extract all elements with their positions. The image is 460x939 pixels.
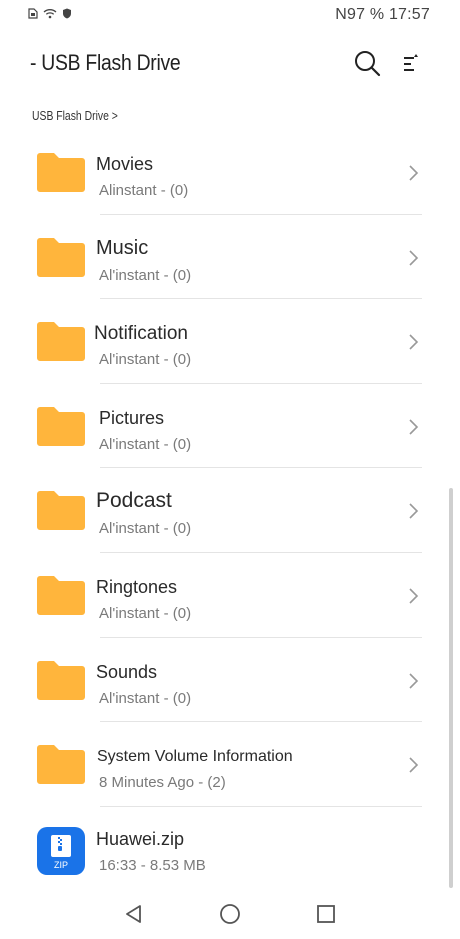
navigation-bar <box>0 890 460 939</box>
status-indicators: N97 % <box>335 6 385 23</box>
item-meta: Alinstant - (0) <box>99 182 189 199</box>
item-meta: Al'instant - (0) <box>99 520 192 538</box>
item-meta: Al'instant - (0) <box>99 435 192 453</box>
item-name: Pictures <box>99 407 165 428</box>
item-meta: 8 Minutes Ago - (2) <box>99 774 226 792</box>
list-item-ringtones[interactable]: Ringtones Al'instant - (0) <box>0 553 460 638</box>
folder-icon <box>37 406 85 446</box>
shield-icon <box>62 6 72 24</box>
chevron-right-icon <box>409 503 419 519</box>
item-meta: Al'instant - (0) <box>99 266 192 284</box>
item-meta: 16:33 - 8.53 MB <box>99 856 206 874</box>
chevron-right-icon <box>409 672 419 689</box>
sort-button[interactable] <box>400 48 420 78</box>
list-item-pictures[interactable]: Pictures Al'instant - (0) <box>0 384 460 469</box>
list-item-podcast[interactable]: Podcast Al'instant - (0) <box>0 468 460 553</box>
item-name: Sounds <box>96 661 158 682</box>
back-triangle-icon <box>126 905 141 923</box>
item-name: Movies <box>96 154 154 174</box>
zip-badge: ZIP <box>54 860 68 870</box>
chevron-right-icon <box>409 250 419 266</box>
search-button[interactable] <box>352 48 382 78</box>
chevron-right-icon <box>409 334 419 350</box>
search-icon <box>355 51 381 77</box>
list-item-music[interactable]: Music Al'instant - (0) <box>0 215 460 300</box>
item-meta: Al'instant - (0) <box>99 351 192 369</box>
status-bar: N97 % 17:57 <box>0 0 460 30</box>
list-item-movies[interactable]: Movies Alinstant - (0) <box>0 130 460 215</box>
chevron-right-icon <box>409 757 419 773</box>
wifi-icon <box>43 6 57 24</box>
item-name: Huawei.zip <box>96 828 185 849</box>
status-icons <box>28 6 72 24</box>
item-name: Notification <box>94 323 188 345</box>
scrollbar[interactable] <box>449 488 453 888</box>
folder-icon <box>37 491 85 531</box>
breadcrumb[interactable]: USB Flash Drive > <box>32 108 118 123</box>
recents-button[interactable] <box>314 902 338 926</box>
folder-icon <box>37 575 85 615</box>
list-item-notification[interactable]: Notification Al'instant - (0) <box>0 299 460 384</box>
item-meta: Al'instant - (0) <box>99 604 192 622</box>
home-button[interactable] <box>218 902 242 926</box>
recents-square-icon <box>317 905 335 923</box>
header: - USB Flash Drive <box>0 38 460 88</box>
page-title: - USB Flash Drive <box>30 50 181 75</box>
sort-icon <box>404 54 418 71</box>
item-meta: Al'instant - (0) <box>99 689 192 707</box>
item-name: Ringtones <box>96 576 178 597</box>
item-name: Music <box>96 236 149 259</box>
folder-icon <box>37 237 85 277</box>
chevron-right-icon <box>409 165 419 181</box>
folder-icon <box>37 745 85 785</box>
list-item-system-volume-information[interactable]: System Volume Information 8 Minutes Ago … <box>0 722 460 807</box>
home-circle-icon <box>220 904 240 924</box>
folder-icon <box>37 322 85 362</box>
item-name: Podcast <box>96 489 172 513</box>
list-item-huawei-zip[interactable]: ZIP Huawei.zip 16:33 - 8.53 MB <box>0 807 460 892</box>
folder-icon <box>37 660 85 700</box>
item-name: System Volume Information <box>97 748 293 766</box>
zip-file-icon: ZIP <box>37 826 85 875</box>
chevron-right-icon <box>409 588 419 604</box>
back-button[interactable] <box>122 902 146 926</box>
folder-icon <box>37 153 85 192</box>
chevron-right-icon <box>409 419 419 435</box>
status-time: 17:57 <box>388 6 430 23</box>
list-item-sounds[interactable]: Sounds Al'instant - (0) <box>0 638 460 723</box>
sim-icon <box>28 6 38 24</box>
file-list: Movies Alinstant - (0) Music Al'instant … <box>0 130 460 891</box>
status-right: N97 % 17:57 <box>335 6 430 24</box>
